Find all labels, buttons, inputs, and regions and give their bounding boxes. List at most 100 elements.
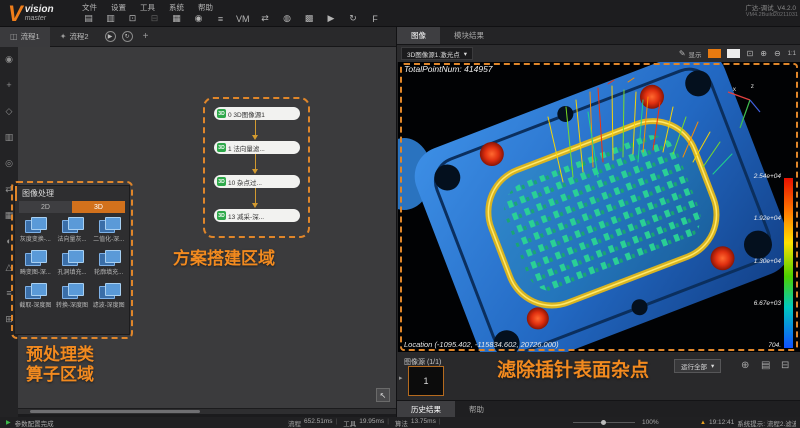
panel-title: 图像处理: [15, 186, 129, 201]
axis-x-label: x: [732, 86, 736, 93]
flow-icon: ✦: [59, 32, 67, 41]
operator-item[interactable]: 法向量灰...: [54, 217, 91, 243]
metric: 算法 13.75ms |: [394, 417, 441, 428]
slider-handle[interactable]: [601, 420, 606, 425]
delete-icon[interactable]: ⊟: [781, 360, 789, 371]
solution-title: 广达-调试_V4.2.0: [745, 5, 796, 12]
operator-item[interactable]: 孔洞填充...: [54, 250, 91, 276]
flow-canvas[interactable]: 3D 0 3D图像源1 3D 1 法向量滤... 3D 10 杂点过... 3D…: [11, 47, 396, 408]
tab-module-result[interactable]: 模块结果: [440, 27, 498, 44]
node-label: 1 法向量滤...: [228, 145, 265, 153]
zoom-in-icon[interactable]: ⊕: [760, 49, 767, 58]
flow-node-list: 3D 0 3D图像源1 3D 1 法向量滤... 3D 10 杂点过... 3D…: [211, 107, 303, 243]
run-all-button[interactable]: 运行全部 ▾: [674, 359, 722, 373]
canvas-h-scrollbar[interactable]: [18, 409, 396, 414]
metric: 工具 19.95ms |: [343, 417, 389, 428]
zoom-percent: 100%: [642, 419, 659, 426]
annotation-filter-noise: 滤除插针表面杂点: [497, 360, 650, 381]
flow-node[interactable]: 3D 13 减采-深...: [214, 188, 300, 222]
colorbar-tick: 2.54e+04: [753, 173, 781, 180]
locate-icon[interactable]: +: [3, 79, 15, 91]
operator-thumbnail-icon: [98, 250, 121, 266]
collapse-arrow-icon[interactable]: ▸: [399, 374, 403, 382]
vm-module-icon[interactable]: VM: [236, 12, 250, 25]
axis-z-label: z: [750, 83, 754, 90]
tab-image[interactable]: 图像: [397, 27, 440, 44]
data-queue-icon[interactable]: ▩: [303, 12, 316, 25]
operator-item[interactable]: 轮廓填充...: [90, 250, 127, 276]
one-to-one-icon[interactable]: 1:1: [788, 51, 796, 57]
run-flow-button[interactable]: ▶: [104, 31, 116, 42]
operator-label: 灰度变换-...: [19, 237, 51, 243]
operator-label: 孔洞填充...: [57, 270, 87, 276]
color-swatch-orange[interactable]: [707, 49, 721, 58]
scrollbar-thumb[interactable]: [30, 410, 200, 413]
flow-node[interactable]: 3D 0 3D图像源1: [214, 107, 300, 120]
main-toolbar: ▤ ▥ ⊡ ⊟ ▦ ◉ ≡ VM ⇄ ◍ ▩ ▶ ↻ F: [82, 12, 382, 25]
zoom-slider[interactable]: [573, 420, 635, 425]
annotation-build-area: 方案搭建区域: [173, 249, 275, 268]
operator-item[interactable]: 截取-深度图: [17, 283, 54, 309]
tab-3d[interactable]: 3D: [72, 201, 125, 213]
operator-item[interactable]: 二值化-深...: [90, 217, 127, 243]
operator-label: 截取-深度图: [19, 303, 52, 309]
flow-icon: ◫: [10, 32, 18, 41]
node-label: 13 减采-深...: [228, 213, 265, 221]
export-icon[interactable]: ⊡: [126, 12, 139, 25]
image-source-dropdown[interactable]: 3D图像源1.激光点 ▾: [401, 47, 473, 60]
measure-icon[interactable]: ◇: [3, 105, 15, 117]
import-icon[interactable]: ⊟: [148, 12, 161, 25]
operator-thumbnail-icon: [25, 217, 48, 233]
tab-history-result[interactable]: 历史结果: [397, 401, 455, 417]
colorbar-tick: 704.: [768, 342, 781, 349]
run-continuous-icon[interactable]: ↻: [347, 12, 360, 25]
operator-item[interactable]: 转换-深度图: [54, 283, 91, 309]
run-once-icon[interactable]: ▶: [325, 12, 338, 25]
operator-item[interactable]: 滤波-深度图: [90, 283, 127, 309]
open-icon[interactable]: ▥: [104, 12, 117, 25]
operator-label: 滤波-深度图: [92, 303, 125, 309]
flow-node[interactable]: 3D 1 法向量滤...: [214, 120, 300, 154]
color-swatch-white[interactable]: [726, 49, 740, 58]
save-icon[interactable]: ▤: [82, 12, 95, 25]
operator-thumbnail-icon: [98, 283, 121, 299]
operator-item[interactable]: 灰度变换-...: [17, 217, 54, 243]
pencil-icon[interactable]: ✎: [679, 49, 686, 58]
pointcloud-viewport[interactable]: TotalPointNum: 414957 Location (-1095.40…: [376, 49, 800, 373]
zoom-out-icon[interactable]: ⊖: [774, 49, 781, 58]
add-image-icon[interactable]: ⊕: [741, 360, 749, 371]
tab-2d[interactable]: 2D: [19, 201, 72, 213]
operator-label: 二值化-深...: [93, 237, 125, 243]
colorbar-tick: 1.92e+04: [753, 215, 781, 223]
run-loop-button[interactable]: ↻: [121, 31, 133, 42]
open-folder-icon[interactable]: ▤: [761, 360, 770, 371]
tab-help[interactable]: 帮助: [455, 401, 498, 417]
annotation-preprocess-area: 预处理类 算子区域: [26, 345, 94, 384]
pointcloud-render: [376, 49, 800, 373]
tab-flow1[interactable]: ◫ 流程1: [0, 26, 50, 47]
node-3d-icon: 3D: [217, 143, 226, 152]
calibration-icon[interactable]: ◎: [3, 157, 15, 169]
window-layout-icon[interactable]: ▦: [170, 12, 183, 25]
switch-icon[interactable]: ⇄: [259, 12, 272, 25]
camera-source-icon[interactable]: ◉: [3, 53, 15, 65]
colorbar-tick: 6.67e+03: [753, 299, 781, 307]
operator-label: 轮廓填充...: [94, 270, 124, 276]
image-thumbnail[interactable]: 1: [408, 366, 444, 396]
stop-icon[interactable]: F: [369, 12, 382, 25]
flow-node[interactable]: 3D 10 杂点过...: [214, 154, 300, 188]
communication-icon[interactable]: ◍: [281, 12, 294, 25]
recognition-icon[interactable]: ▥: [3, 131, 15, 143]
display-label: 显示: [688, 51, 702, 59]
node-label: 10 杂点过...: [228, 179, 262, 187]
locate-cursor-button[interactable]: ↖: [376, 388, 390, 402]
parameter-list-icon[interactable]: ≡: [214, 12, 227, 25]
status-bar: ▶ 参数配置完成 流程 652.51ms | 工具 19.95ms | 算法 13.75m…: [0, 417, 800, 428]
operator-item[interactable]: 畸变图-深...: [17, 250, 54, 276]
image-source-strip: 图像源 (1/1) ▸ 1 滤除插针表面杂点 运行全部 ▾ ⊕ ▤ ⊟: [397, 352, 800, 400]
system-warning[interactable]: ▲ 19:12:41 系统提示: 流程2.滤波-深度图1: [700, 418, 796, 428]
add-flow-button[interactable]: +: [143, 31, 149, 42]
camera-icon[interactable]: ◉: [192, 12, 205, 25]
fit-view-icon[interactable]: ⊡: [747, 49, 754, 58]
tab-flow2[interactable]: ✦ 流程2: [50, 27, 99, 47]
